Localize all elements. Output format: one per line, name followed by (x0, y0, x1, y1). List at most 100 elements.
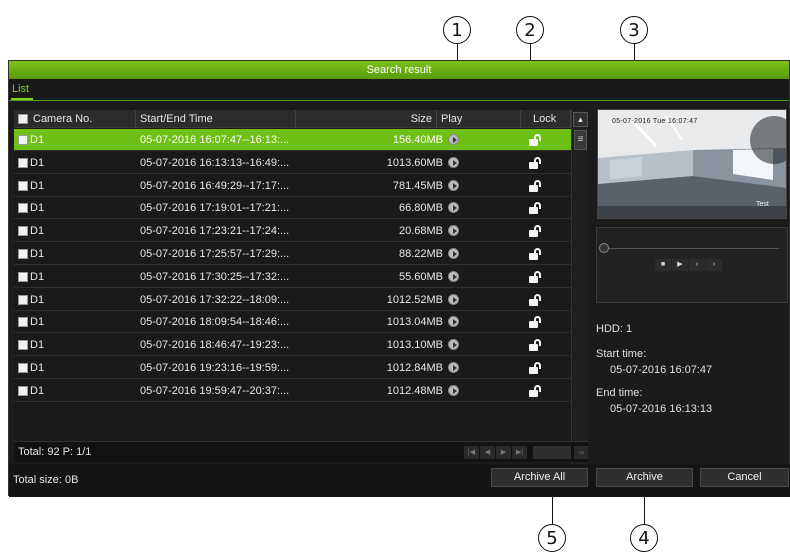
first-page-icon[interactable]: |◀ (464, 446, 479, 459)
table-footer: Total: 92 P: 1/1 |◀ ◀ ▶ ▶| ⇒ (14, 441, 588, 462)
row-checkbox[interactable] (18, 226, 28, 237)
play-circle-icon[interactable] (448, 202, 459, 214)
cell-camera: D1 (30, 225, 45, 238)
row-checkbox[interactable] (18, 135, 28, 145)
play-circle-icon[interactable] (448, 293, 459, 305)
play-circle-icon[interactable] (448, 384, 459, 396)
start-time-value: 05-07-2016 16:07:47 (610, 364, 713, 376)
callout-2: 2 (516, 16, 544, 44)
unlocked-padlock-icon[interactable] (529, 179, 542, 192)
search-result-window: Search result List Camera No. Start/End … (8, 60, 790, 497)
table-row[interactable]: D1 05-07-2016 19:23:16--19:59:... 1012.84M… (14, 357, 571, 379)
hdd-label: HDD: 1 (596, 323, 633, 335)
cell-time: 05-07-2016 17:19:01--17:21:... (140, 202, 290, 215)
unlocked-padlock-icon[interactable] (529, 156, 542, 169)
play-circle-icon[interactable] (448, 134, 459, 145)
page-number-input[interactable] (533, 446, 571, 459)
preview-timestamp: 05-07-2016 Tue 16:07:47 (612, 118, 698, 125)
cancel-button[interactable]: Cancel (700, 468, 789, 487)
pager: |◀ ◀ ▶ ▶| ⇒ (464, 446, 588, 459)
forward-icon[interactable]: › (706, 259, 722, 271)
row-checkbox[interactable] (18, 249, 28, 259)
unlocked-padlock-icon[interactable] (529, 202, 542, 215)
play-icon[interactable]: ▶ (672, 259, 688, 271)
table-row[interactable]: D1 05-07-2016 18:46:47--19:23:... 1013.10M… (14, 334, 571, 357)
unlocked-padlock-icon[interactable] (529, 316, 542, 329)
scroll-up-arrow-icon[interactable]: ▲ (573, 112, 588, 127)
callout-1: 1 (443, 16, 471, 44)
table-row[interactable]: D1 05-07-2016 17:30:25--17:32:... 55.60MB (14, 266, 571, 288)
play-circle-icon[interactable] (448, 316, 459, 328)
play-circle-icon[interactable] (448, 270, 459, 282)
video-preview[interactable]: 05-07-2016 Tue 16:07:47 Test (597, 109, 787, 219)
unlocked-padlock-icon[interactable] (529, 384, 542, 397)
next-page-icon[interactable]: ▶ (496, 446, 511, 459)
archive-all-button[interactable]: Archive All (491, 468, 588, 487)
end-time-label: End time: (596, 387, 643, 399)
table-header: Camera No. Start/End Time Size Play Lock (14, 110, 571, 128)
go-page-icon[interactable]: ⇒ (574, 446, 588, 459)
header-start-end-time[interactable]: Start/End Time (136, 110, 296, 128)
scroll-thumb-grip-icon[interactable]: ≡ (574, 130, 587, 150)
cell-camera: D1 (30, 179, 45, 192)
table-scrollbar[interactable]: ▲ ≡ ▼ (571, 110, 588, 489)
play-circle-icon[interactable] (448, 248, 459, 259)
cell-time: 05-07-2016 17:25:57--17:29:... (140, 248, 290, 260)
rewind-icon[interactable]: ‹ (689, 259, 705, 271)
row-checkbox[interactable] (18, 385, 28, 396)
unlocked-padlock-icon[interactable] (529, 293, 542, 306)
callout-4: 4 (630, 524, 658, 552)
row-checkbox[interactable] (18, 271, 28, 282)
last-page-icon[interactable]: ▶| (512, 446, 527, 459)
header-camera-no[interactable]: Camera No. (29, 110, 136, 128)
play-circle-icon[interactable] (448, 339, 459, 351)
table-row[interactable]: D1 05-07-2016 16:13:13--16:49:... 1013.60M… (14, 152, 571, 174)
row-checkbox[interactable] (18, 317, 28, 328)
table-row[interactable]: D1 05-07-2016 17:23:21--17:24:... 20.68MB (14, 220, 571, 243)
tab-list[interactable]: List (12, 83, 29, 95)
start-time-label: Start time: (596, 348, 647, 360)
header-lock[interactable]: Lock (521, 110, 571, 128)
playback-progress-knob[interactable] (599, 243, 609, 253)
unlocked-padlock-icon[interactable] (529, 362, 542, 374)
table-row[interactable]: D1 05-07-2016 16:07:47--16:13:... 156.40MB (14, 129, 571, 151)
row-checkbox[interactable] (18, 203, 28, 214)
cell-size: 20.68MB (398, 225, 443, 238)
table-row[interactable]: D1 05-07-2016 18:09:54--18:46:... 1013.04M… (14, 311, 571, 334)
unlocked-padlock-icon[interactable] (529, 225, 542, 238)
playback-controls: ■ ▶ ‹ › (596, 227, 788, 303)
row-checkbox[interactable] (18, 294, 28, 305)
prev-page-icon[interactable]: ◀ (480, 446, 495, 459)
cell-time: 05-07-2016 18:09:54--18:46:... (140, 316, 290, 329)
table-row[interactable]: D1 05-07-2016 17:32:22--18:09:... 1012.52M… (14, 289, 571, 311)
table-row[interactable]: D1 05-07-2016 16:49:29--17:17:... 781.45MB (14, 175, 571, 197)
row-checkbox[interactable] (18, 363, 28, 373)
cell-size: 55.60MB (398, 270, 443, 283)
header-size[interactable]: Size (296, 110, 437, 128)
row-checkbox[interactable] (18, 340, 28, 351)
cell-size: 1013.10MB (386, 339, 443, 352)
unlocked-padlock-icon[interactable] (529, 134, 542, 146)
playback-progress-track[interactable] (605, 248, 779, 249)
row-checkbox[interactable] (18, 157, 28, 168)
table-row[interactable]: D1 05-07-2016 17:19:01--17:21:... 66.80MB (14, 197, 571, 220)
stop-icon[interactable]: ■ (655, 259, 671, 271)
unlocked-padlock-icon[interactable] (529, 339, 542, 352)
cell-size: 156.40MB (392, 134, 443, 146)
preview-camera-label: Test (756, 201, 769, 208)
unlocked-padlock-icon[interactable] (529, 270, 542, 283)
select-all-checkbox[interactable] (18, 114, 28, 124)
row-checkbox[interactable] (18, 180, 28, 191)
cell-size: 1012.48MB (386, 384, 443, 397)
cell-time: 05-07-2016 17:32:22--18:09:... (140, 293, 290, 306)
header-play[interactable]: Play (437, 110, 521, 128)
play-circle-icon[interactable] (448, 179, 459, 191)
play-circle-icon[interactable] (448, 225, 459, 237)
cell-time: 05-07-2016 16:49:29--17:17:... (140, 179, 290, 192)
table-row[interactable]: D1 05-07-2016 19:59:47--20:37:... 1012.48M… (14, 380, 571, 402)
table-row[interactable]: D1 05-07-2016 17:25:57--17:29:... 88.22MB (14, 243, 571, 265)
play-circle-icon[interactable] (448, 156, 459, 168)
archive-button[interactable]: Archive (596, 468, 693, 487)
play-circle-icon[interactable] (448, 362, 459, 373)
unlocked-padlock-icon[interactable] (529, 248, 542, 260)
